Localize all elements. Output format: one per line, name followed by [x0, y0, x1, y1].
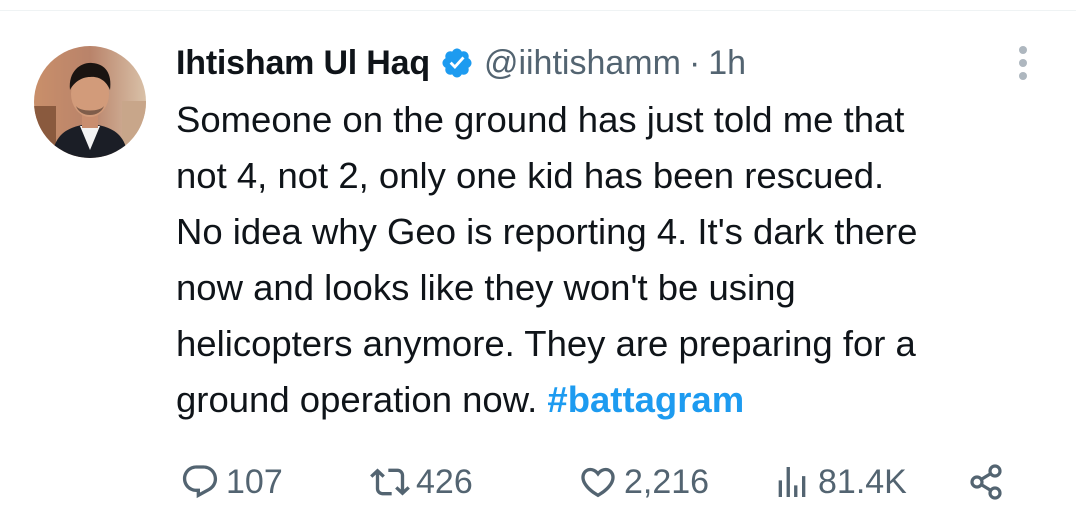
top-divider	[0, 10, 1076, 11]
tweet-actions: 107 426 2,216 81.4K	[176, 452, 1026, 512]
like-button[interactable]: 2,216	[578, 452, 709, 512]
more-dot	[1019, 72, 1027, 80]
tweet-text-line: Someone on the ground has just told me t…	[176, 99, 905, 140]
heart-icon	[578, 462, 618, 502]
tweet-text-line: not 4, not 2, only one kid has been resc…	[176, 155, 885, 196]
more-icon[interactable]	[1008, 42, 1038, 84]
repost-count: 426	[416, 462, 473, 501]
author-display-name[interactable]: Ihtisham Ul Haq	[176, 44, 430, 83]
tweet-text-line: helicopters anymore. They are preparing …	[176, 323, 916, 364]
like-count: 2,216	[624, 462, 710, 501]
avatar[interactable]	[34, 46, 146, 158]
repost-icon	[370, 462, 410, 502]
reply-icon	[180, 462, 220, 502]
views-icon	[772, 462, 812, 502]
tweet-timestamp[interactable]: 1h	[708, 44, 746, 83]
verified-badge-icon[interactable]	[440, 46, 474, 80]
tweet-header: Ihtisham Ul Haq @iihtishamm · 1h	[176, 38, 746, 88]
hashtag-link[interactable]: #battagram	[547, 379, 744, 420]
header-separator: ·	[688, 43, 701, 82]
avatar-image	[34, 46, 146, 158]
views-button[interactable]: 81.4K	[772, 452, 907, 512]
tweet-text: Someone on the ground has just told me t…	[176, 92, 1056, 428]
more-dot	[1019, 59, 1027, 67]
view-count: 81.4K	[818, 462, 907, 501]
repost-button[interactable]: 426	[370, 452, 473, 512]
tweet-text-line: ground operation now.	[176, 379, 538, 420]
tweet-text-line: now and looks like they won't be using	[176, 267, 796, 308]
author-handle[interactable]: @iihtishamm	[484, 44, 681, 83]
more-dot	[1019, 46, 1027, 54]
reply-count: 107	[226, 462, 283, 501]
tweet-text-last-line: ground operation now. #battagram	[176, 372, 1056, 428]
reply-button[interactable]: 107	[180, 452, 283, 512]
share-button[interactable]	[966, 452, 1006, 512]
share-icon	[966, 462, 1006, 502]
tweet-text-line: No idea why Geo is reporting 4. It's dar…	[176, 211, 918, 252]
